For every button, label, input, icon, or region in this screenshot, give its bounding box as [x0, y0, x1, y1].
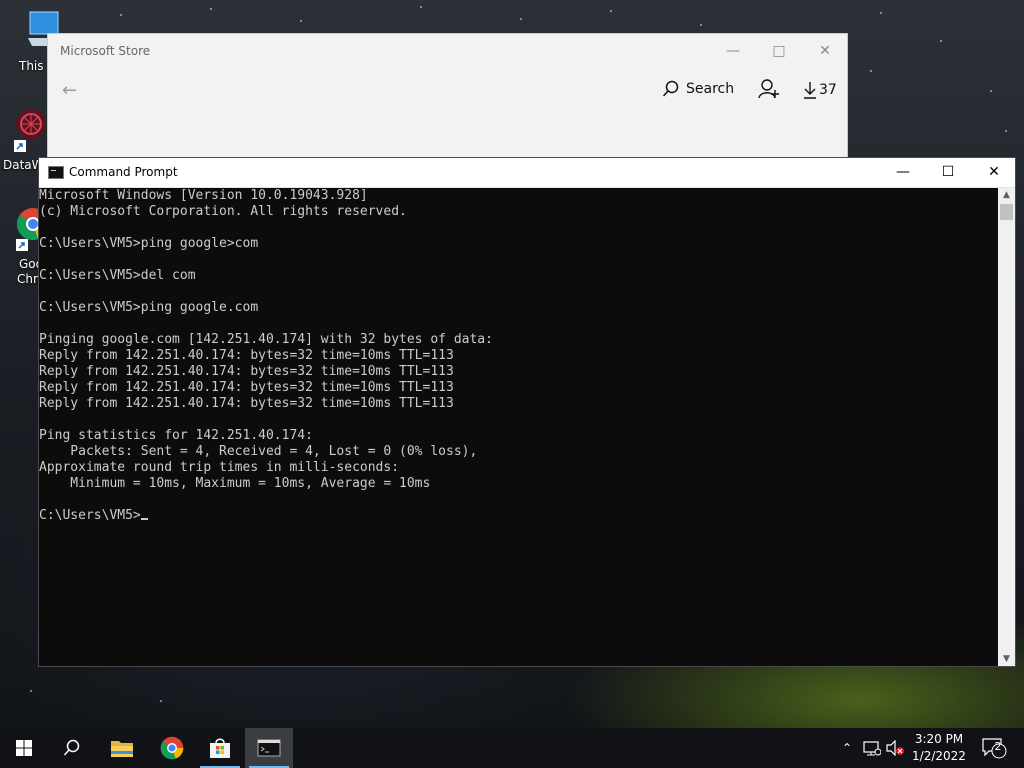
console-prompt: C:\Users\VM5>: [39, 508, 141, 523]
scroll-up-arrow-icon[interactable]: ▲: [998, 188, 1015, 202]
store-maximize-button[interactable]: □: [756, 40, 802, 62]
store-search-label: Search: [686, 81, 735, 97]
network-icon: [863, 741, 881, 756]
cmd-minimize-button[interactable]: —: [880, 158, 926, 187]
console-line: Microsoft Windows [Version 10.0.19043.92…: [39, 188, 368, 203]
console-line: C:\Users\VM5>ping google>com: [39, 236, 259, 251]
network-button[interactable]: [860, 728, 884, 768]
chrome-button[interactable]: [148, 728, 196, 768]
cmd-window-title: Command Prompt: [69, 165, 178, 179]
back-arrow-icon[interactable]: ←: [62, 80, 77, 101]
scroll-down-arrow-icon[interactable]: ▼: [998, 652, 1015, 666]
terminal-icon: [257, 739, 281, 757]
search-icon: [63, 739, 80, 756]
console-line: C:\Users\VM5>ping google.com: [39, 300, 259, 315]
console-line: Reply from 142.251.40.174: bytes=32 time…: [39, 364, 454, 379]
shortcut-arrow-icon: [14, 140, 26, 155]
volume-muted-icon: [886, 740, 904, 756]
store-minimize-button[interactable]: —: [710, 40, 756, 62]
console-line: Minimum = 10ms, Maximum = 10ms, Average …: [39, 476, 431, 491]
cmd-maximize-button[interactable]: ☐: [925, 158, 971, 187]
folder-icon: [111, 741, 133, 757]
store-button[interactable]: [196, 728, 244, 768]
text-cursor: [140, 518, 148, 520]
console-line: Reply from 142.251.40.174: bytes=32 time…: [39, 380, 454, 395]
windows-logo-icon: [16, 740, 32, 756]
cmd-button[interactable]: [245, 728, 293, 768]
store-window-title: Microsoft Store: [60, 44, 151, 58]
cmd-vertical-scrollbar[interactable]: ▲ ▼: [998, 188, 1015, 666]
action-center-button[interactable]: 2: [980, 728, 1008, 768]
microsoft-store-window[interactable]: Microsoft Store — □ ✕ ← Search 37: [47, 33, 848, 158]
notification-count: 2: [994, 740, 1002, 753]
terminal-icon: [48, 166, 64, 179]
scrollbar-thumb[interactable]: [1000, 204, 1013, 220]
store-close-button[interactable]: ✕: [802, 40, 848, 62]
store-search-button[interactable]: Search: [662, 80, 734, 98]
cmd-titlebar[interactable]: Command Prompt — ☐ ✕: [39, 158, 1015, 188]
downloads-count: 37: [819, 82, 837, 98]
download-icon: [804, 82, 816, 99]
chevron-up-icon: ⌃: [841, 741, 853, 755]
taskbar-search-button[interactable]: [48, 728, 96, 768]
store-bag-icon: [210, 738, 230, 758]
add-user-icon: [758, 79, 779, 99]
store-account-button[interactable]: [758, 78, 780, 104]
console-line: Packets: Sent = 4, Received = 4, Lost = …: [39, 444, 478, 459]
file-explorer-button[interactable]: [98, 728, 146, 768]
clock-date: 1/2/2022: [912, 749, 966, 763]
console-line: Approximate round trip times in milli-se…: [39, 460, 400, 475]
search-icon: [662, 80, 679, 97]
console-line: Reply from 142.251.40.174: bytes=32 time…: [39, 396, 454, 411]
clock-time: 3:20 PM: [914, 732, 964, 746]
command-prompt-window[interactable]: Command Prompt — ☐ ✕ Microsoft Windows […: [38, 157, 1016, 667]
console-prompt-line[interactable]: C:\Users\VM5>: [39, 508, 999, 524]
console-line: Ping statistics for 142.251.40.174:: [39, 428, 313, 443]
console-output[interactable]: Microsoft Windows [Version 10.0.19043.92…: [39, 188, 999, 666]
console-line: C:\Users\VM5>del com: [39, 268, 196, 283]
console-line: Pinging google.com [142.251.40.174] with…: [39, 332, 493, 347]
shortcut-arrow-icon: [16, 239, 28, 254]
store-downloads-button[interactable]: 37: [803, 81, 837, 99]
desktop-icon-this-pc[interactable]: This P: [0, 10, 60, 74]
console-line: (c) Microsoft Corporation. All rights re…: [39, 204, 407, 219]
volume-button[interactable]: [884, 728, 906, 768]
cmd-close-button[interactable]: ✕: [971, 158, 1017, 187]
chrome-icon: [160, 736, 184, 760]
show-hidden-icons-button[interactable]: ⌃: [838, 728, 856, 768]
console-line: Reply from 142.251.40.174: bytes=32 time…: [39, 348, 454, 363]
clock[interactable]: 3:20 PM 1/2/2022: [906, 731, 972, 765]
start-button[interactable]: [0, 728, 48, 768]
taskbar: ⌃ 3:20 PM 1/2/2022 2: [0, 728, 1024, 768]
